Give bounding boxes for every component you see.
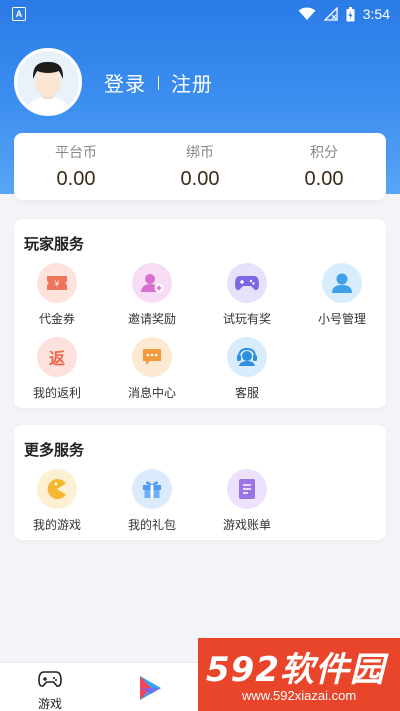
balance-bound-coin[interactable]: 绑币 0.00 <box>150 142 250 191</box>
gamepad-outline-icon <box>38 671 62 687</box>
service-label: 我的礼包 <box>127 518 176 532</box>
nav-play[interactable] <box>110 663 190 711</box>
message-icon <box>132 337 172 377</box>
balance-platform-coin[interactable]: 平台币 0.00 <box>26 142 126 191</box>
service-label: 小号管理 <box>317 312 366 326</box>
section-title: 更多服务 <box>24 441 85 459</box>
app-notification-icon: A <box>12 7 26 21</box>
balance-value: 0.00 <box>180 168 220 190</box>
default-avatar-icon <box>28 61 68 113</box>
watermark-brand: 592软件园 <box>206 650 385 690</box>
service-label: 邀请奖励 <box>127 312 176 326</box>
rebate-icon: 返 <box>37 337 77 377</box>
avatar[interactable] <box>14 48 82 116</box>
bill-icon <box>227 469 267 509</box>
balance-value: 0.00 <box>56 168 96 190</box>
rebate-glyph: 返 <box>48 349 65 368</box>
site-watermark: 592软件园 www.592xiazai.com <box>198 638 400 711</box>
service-invite-reward[interactable]: 邀请奖励 <box>112 263 192 327</box>
service-message-center[interactable]: 消息中心 <box>112 337 192 401</box>
more-services-card: 更多服务 我的游戏 我的礼包 游戏账单 <box>14 425 386 540</box>
wifi-icon <box>298 7 316 20</box>
user-icon <box>322 263 362 303</box>
headset-icon <box>227 337 267 377</box>
balance-card: 平台币 0.00 绑币 0.00 积分 0.00 <box>14 133 386 200</box>
nav-label: 游戏 <box>37 697 62 711</box>
service-label: 游戏账单 <box>222 518 271 532</box>
nav-games[interactable]: 游戏 <box>10 663 90 711</box>
balance-label: 积分 <box>310 145 338 161</box>
balance-label: 绑币 <box>186 145 214 161</box>
player-services-card: 玩家服务 ¥ 代金券 邀请奖励 试玩有奖 小号管理 返 我的返利 消息中心 客服 <box>14 219 386 408</box>
service-label: 试玩有奖 <box>222 312 271 326</box>
service-game-bills[interactable]: 游戏账单 <box>207 469 287 533</box>
status-bar: A 3:54 <box>0 0 400 28</box>
invite-reward-icon <box>132 263 172 303</box>
gamepad-icon <box>227 263 267 303</box>
service-label: 消息中心 <box>127 386 176 400</box>
service-label: 客服 <box>234 386 259 400</box>
play-logo-icon <box>140 676 161 700</box>
service-my-gifts[interactable]: 我的礼包 <box>112 469 192 533</box>
service-rebate[interactable]: 返 我的返利 <box>17 337 97 401</box>
service-customer-support[interactable]: 客服 <box>207 337 287 401</box>
no-signal-icon <box>323 7 338 21</box>
balance-points[interactable]: 积分 0.00 <box>274 142 374 191</box>
service-label: 我的返利 <box>32 386 81 400</box>
auth-links: 登录 注册 <box>104 68 213 97</box>
login-link[interactable]: 登录 <box>104 68 146 97</box>
watermark-url: www.592xiazai.com <box>242 688 357 703</box>
voucher-icon: ¥ <box>37 263 77 303</box>
battery-charging-icon <box>346 6 355 21</box>
service-sub-account[interactable]: 小号管理 <box>302 263 382 327</box>
auth-divider <box>158 75 159 90</box>
section-title: 玩家服务 <box>24 235 85 253</box>
gift-icon <box>132 469 172 509</box>
svg-text:¥: ¥ <box>54 280 60 289</box>
register-link[interactable]: 注册 <box>171 68 213 97</box>
service-voucher[interactable]: ¥ 代金券 <box>17 263 97 327</box>
service-my-games[interactable]: 我的游戏 <box>17 469 97 533</box>
service-trial-reward[interactable]: 试玩有奖 <box>207 263 287 327</box>
balance-value: 0.00 <box>304 168 344 190</box>
service-label: 代金券 <box>38 312 75 326</box>
balance-label: 平台币 <box>55 145 97 161</box>
service-label: 我的游戏 <box>32 518 81 532</box>
clock: 3:54 <box>362 6 390 22</box>
pacman-icon <box>37 469 77 509</box>
